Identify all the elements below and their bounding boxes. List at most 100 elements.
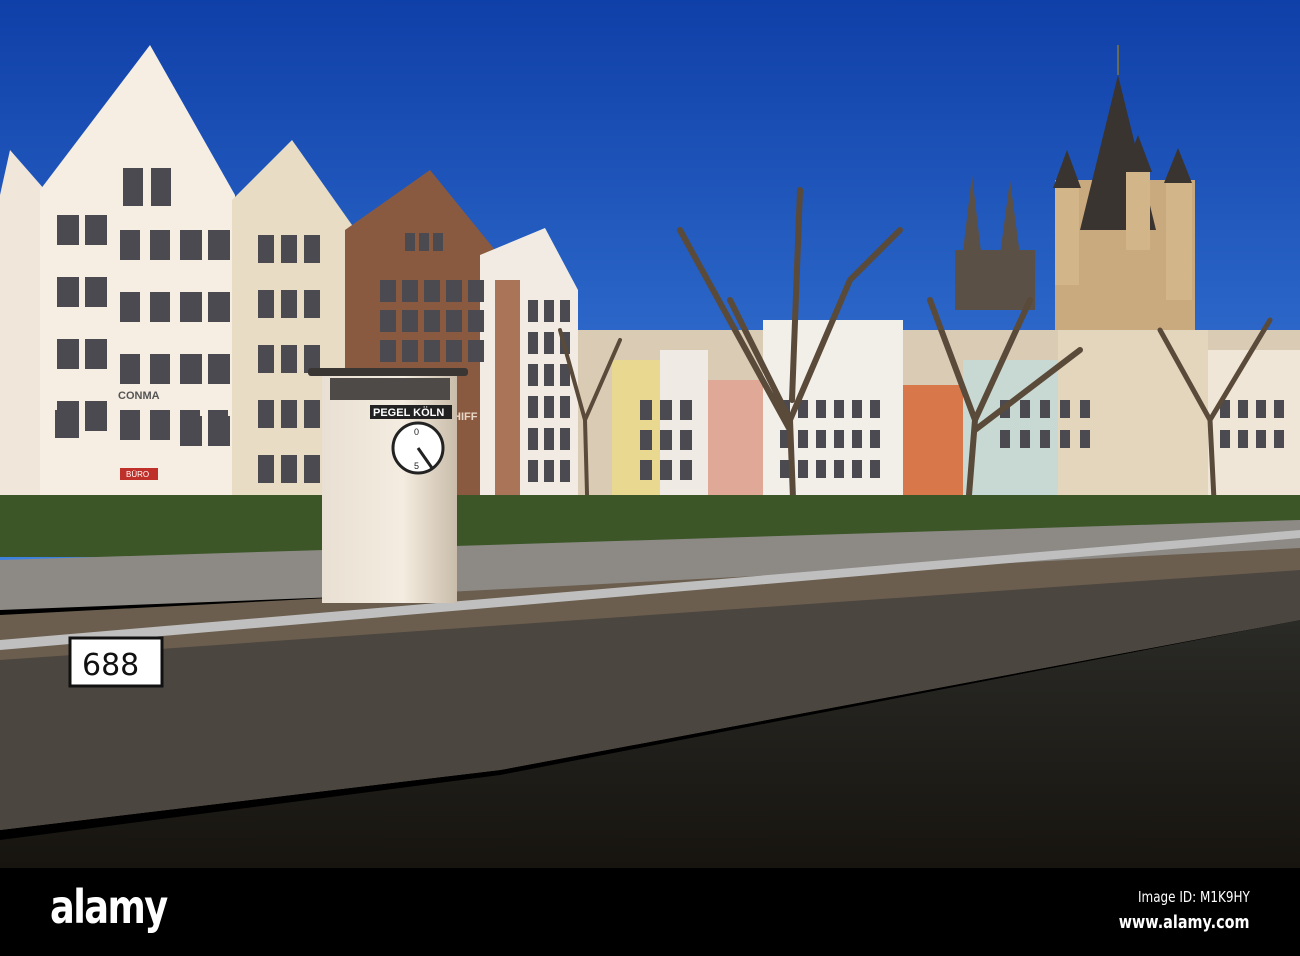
- window: [870, 400, 880, 418]
- window: [150, 292, 170, 322]
- window: [55, 410, 79, 438]
- window: [208, 410, 228, 440]
- window: [468, 340, 484, 362]
- window: [120, 410, 140, 440]
- window: [85, 339, 107, 369]
- window: [544, 460, 554, 482]
- window: [798, 460, 808, 478]
- window: [834, 400, 844, 418]
- window: [834, 430, 844, 448]
- window: [151, 168, 171, 206]
- window: [258, 345, 274, 373]
- window: [281, 400, 297, 428]
- window: [281, 235, 297, 263]
- window: [1238, 400, 1248, 418]
- window: [660, 400, 672, 420]
- window: [405, 233, 415, 251]
- window: [57, 215, 79, 245]
- window: [85, 401, 107, 431]
- window: [258, 455, 274, 483]
- window: [660, 460, 672, 480]
- window: [560, 460, 570, 482]
- window: [528, 332, 538, 354]
- window: [680, 430, 692, 450]
- window: [544, 364, 554, 386]
- window: [640, 460, 652, 480]
- window: [1020, 400, 1030, 418]
- window: [852, 430, 862, 448]
- window: [304, 235, 320, 263]
- window: [402, 340, 418, 362]
- window: [1274, 430, 1284, 448]
- window: [258, 400, 274, 428]
- window: [528, 396, 538, 418]
- window: [816, 460, 826, 478]
- window: [544, 428, 554, 450]
- window: [780, 460, 790, 478]
- window: [1040, 400, 1050, 418]
- alamy-logo: alamy: [50, 880, 168, 934]
- window: [560, 396, 570, 418]
- window: [281, 290, 297, 318]
- window: [180, 354, 202, 384]
- window: [468, 280, 484, 302]
- window: [544, 300, 554, 322]
- window: [180, 292, 202, 322]
- website-link: www.alamy.com: [1119, 912, 1250, 933]
- window: [446, 310, 462, 332]
- image-id: Image ID: M1K9HY: [1138, 888, 1250, 906]
- window: [208, 354, 230, 384]
- window: [528, 428, 538, 450]
- window: [304, 400, 320, 428]
- window: [1274, 400, 1284, 418]
- window: [281, 455, 297, 483]
- svg-text:5: 5: [414, 461, 419, 471]
- window: [180, 230, 202, 260]
- gauge-tower-sign: PEGEL KÖLN: [373, 406, 444, 419]
- window: [150, 354, 170, 384]
- window: [85, 277, 107, 307]
- window: [180, 410, 200, 440]
- window: [424, 310, 440, 332]
- window: [1080, 430, 1090, 448]
- window: [258, 235, 274, 263]
- window: [380, 310, 396, 332]
- window: [1220, 430, 1230, 448]
- window: [1060, 430, 1070, 448]
- window: [402, 280, 418, 302]
- river-km-number: 688: [82, 648, 139, 683]
- window: [304, 290, 320, 318]
- window: [380, 340, 396, 362]
- window: [528, 300, 538, 322]
- window: [816, 400, 826, 418]
- window: [680, 460, 692, 480]
- window: [798, 430, 808, 448]
- window: [446, 340, 462, 362]
- window: [424, 340, 440, 362]
- window: [528, 364, 538, 386]
- window: [120, 292, 140, 322]
- window: [560, 428, 570, 450]
- window: [816, 430, 826, 448]
- window: [150, 410, 170, 440]
- window: [544, 332, 554, 354]
- window: [834, 460, 844, 478]
- window: [640, 430, 652, 450]
- window: [258, 290, 274, 318]
- window: [852, 460, 862, 478]
- window: [1060, 400, 1070, 418]
- window: [1238, 430, 1248, 448]
- window: [560, 300, 570, 322]
- sign-conma: CONMA: [118, 390, 160, 402]
- window: [680, 400, 692, 420]
- window: [660, 430, 672, 450]
- window: [446, 280, 462, 302]
- window: [468, 310, 484, 332]
- window: [1256, 400, 1266, 418]
- window: [57, 277, 79, 307]
- window: [85, 215, 107, 245]
- window: [208, 230, 230, 260]
- window: [433, 233, 443, 251]
- window: [304, 455, 320, 483]
- window: [1000, 430, 1010, 448]
